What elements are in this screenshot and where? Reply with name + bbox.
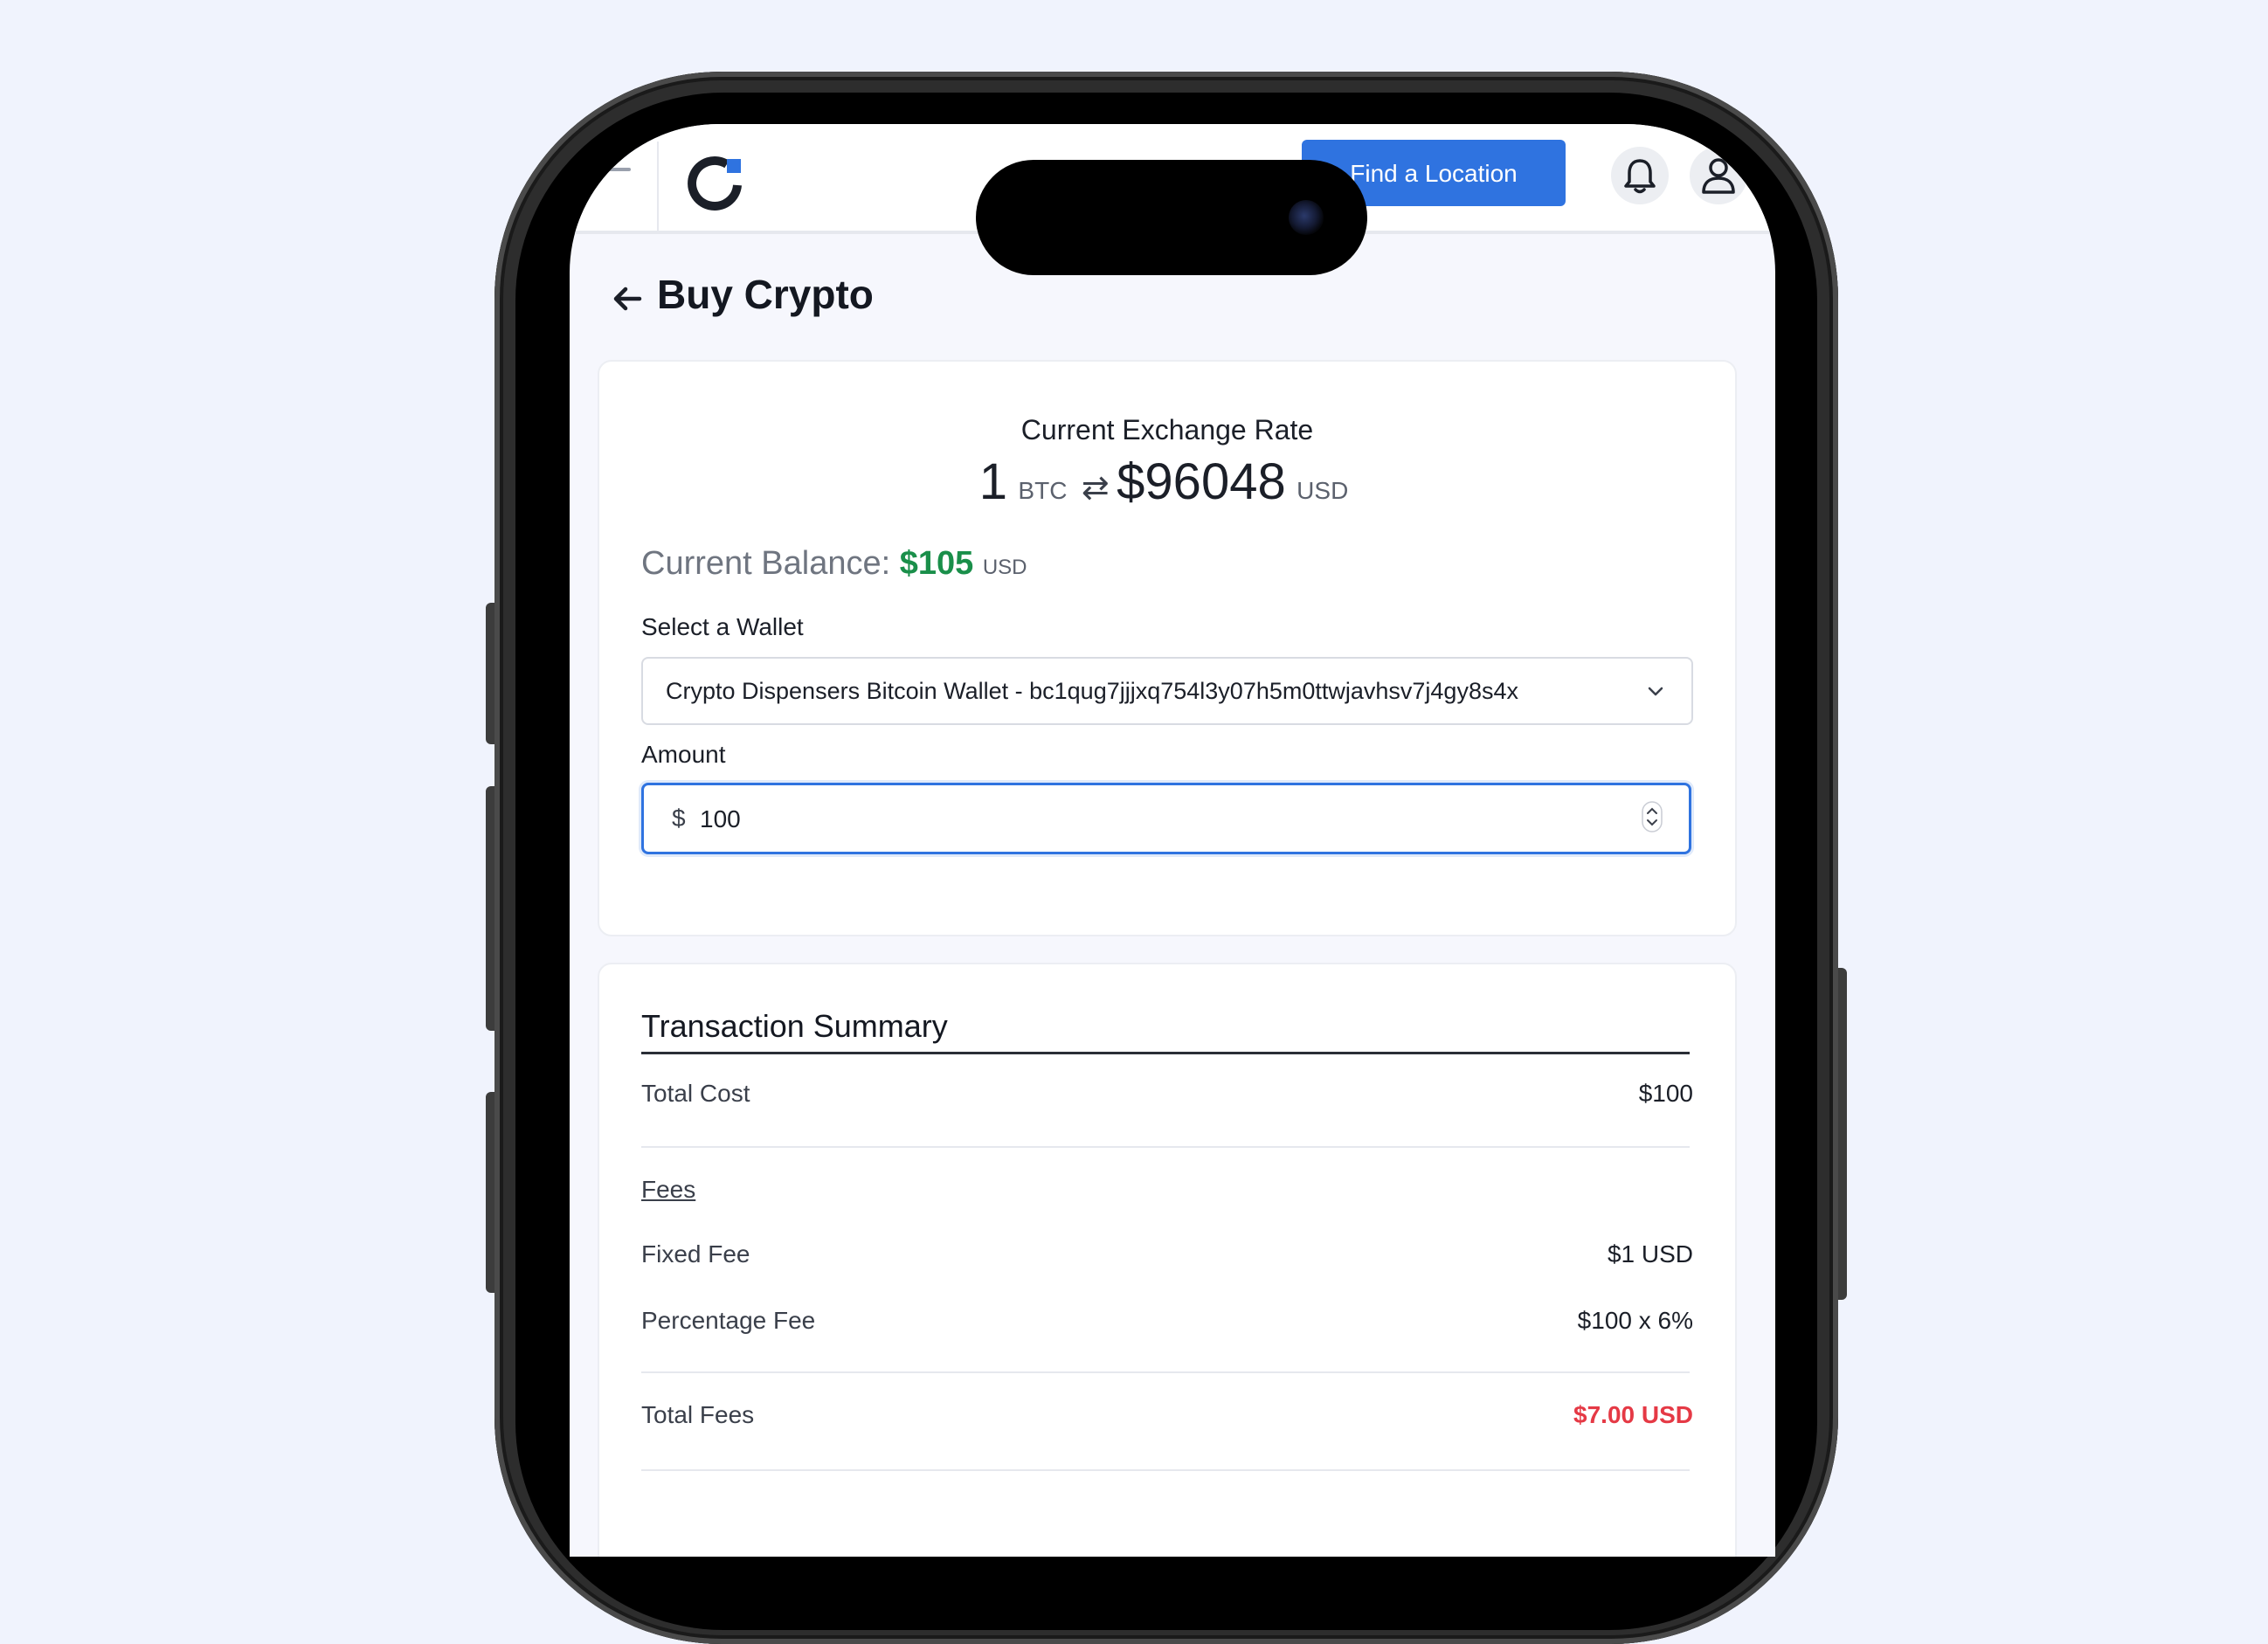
balance-value: $105 — [899, 545, 974, 582]
fees-heading-link[interactable]: Fees — [641, 1176, 695, 1204]
percentage-fee-value: $100 x 6% — [1577, 1307, 1693, 1334]
percentage-fee-label: Percentage Fee — [641, 1307, 816, 1334]
number-stepper-icon[interactable] — [1642, 801, 1663, 832]
bell-icon — [1624, 159, 1656, 194]
header-divider — [657, 142, 659, 231]
row-divider — [641, 1469, 1690, 1471]
balance-label: Current Balance: — [641, 545, 891, 582]
swap-arrows-icon: ⇄ — [1081, 470, 1110, 507]
total-cost-label: Total Cost — [641, 1080, 750, 1107]
summary-title: Transaction Summary — [641, 1008, 948, 1044]
chevron-down-icon — [1648, 687, 1663, 696]
exchange-rate-value: $96048 — [1117, 453, 1286, 510]
phone-screen: Find a Location Buy Crypto Current Excha… — [570, 124, 1775, 1557]
dynamic-island — [976, 160, 1367, 275]
amount-field[interactable]: $ — [641, 783, 1691, 854]
notifications-button[interactable] — [1611, 147, 1669, 204]
wallet-select[interactable]: Crypto Dispensers Bitcoin Wallet - bc1qu… — [641, 657, 1693, 725]
exchange-rate-label: Current Exchange Rate — [1020, 414, 1314, 446]
wallet-selected-value: Crypto Dispensers Bitcoin Wallet - bc1qu… — [666, 678, 1518, 704]
front-camera — [1289, 200, 1324, 235]
back-arrow-icon[interactable] — [608, 280, 647, 318]
amount-currency-prefix: $ — [672, 805, 686, 832]
summary-title-rule — [641, 1052, 1690, 1054]
exchange-card: Current Exchange Rate 1 BTC ⇄ $96048 USD… — [598, 360, 1737, 936]
total-fees-label: Total Fees — [641, 1401, 755, 1428]
balance-row: Current Balance: $105 USD — [641, 545, 1027, 583]
fixed-fee-value: $1 USD — [1607, 1240, 1693, 1268]
amount-input[interactable] — [698, 794, 1575, 845]
total-cost-value: $100 — [1638, 1080, 1693, 1107]
row-divider — [641, 1146, 1690, 1148]
exchange-to-unit: USD — [1296, 477, 1349, 504]
wallet-label: Select a Wallet — [641, 613, 804, 640]
menu-icon[interactable] — [605, 168, 631, 171]
exchange-rate-row: 1 BTC ⇄ $96048 USD — [599, 452, 1735, 511]
logo-icon[interactable] — [681, 147, 748, 213]
fixed-fee-label: Fixed Fee — [641, 1240, 750, 1268]
account-button[interactable] — [1690, 147, 1747, 204]
page-title: Buy Crypto — [657, 272, 874, 317]
exchange-from-unit: BTC — [1018, 477, 1068, 504]
total-fees-value: $7.00 USD — [1573, 1401, 1693, 1428]
row-divider — [641, 1371, 1690, 1373]
transaction-summary-card: Transaction Summary Total Cost $100 Fees… — [598, 963, 1737, 1557]
user-icon — [1702, 158, 1735, 194]
amount-label: Amount — [641, 741, 726, 768]
balance-unit: USD — [982, 556, 1027, 579]
exchange-amount: 1 — [978, 453, 1007, 510]
